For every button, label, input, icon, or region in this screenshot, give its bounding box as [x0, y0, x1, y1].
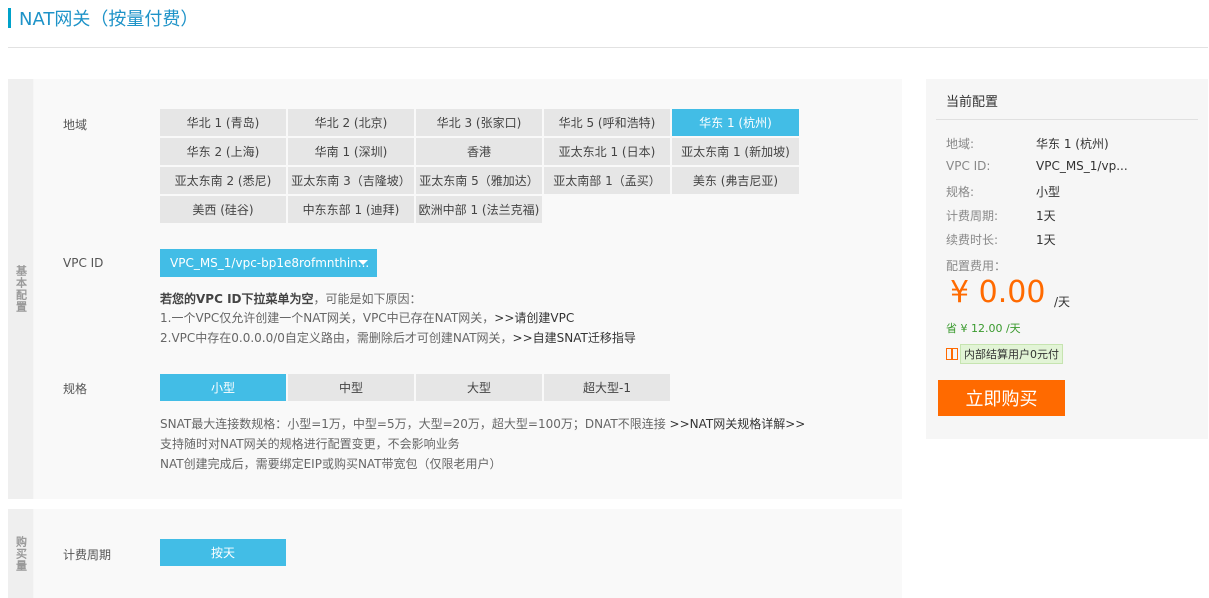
title-divider [8, 47, 1208, 48]
purchase-side-label: 购买量 [14, 535, 28, 572]
purchase-sidebar: 购买量 [8, 509, 33, 598]
summary-value-region: 华东 1 (杭州) [1036, 137, 1109, 151]
basic-config-sidebar: 基本配置 [8, 79, 33, 499]
spec-option-selected[interactable]: 小型 [160, 374, 286, 401]
current-config-title: 当前配置 [946, 95, 999, 110]
region-option[interactable]: 华北 1 (青岛) [160, 109, 286, 136]
billing-option-selected[interactable]: 按天 [160, 539, 286, 566]
summary-value-billing-cycle: 1天 [1036, 209, 1056, 223]
region-option[interactable]: 欧洲中部 1 (法兰克福) [416, 196, 542, 223]
fee-label: 配置费用： [946, 259, 1007, 273]
spec-note-1-text: SNAT最大连接数规格：小型=1万，中型=5万，大型=20万，超大型=100万；… [160, 417, 670, 431]
region-option[interactable]: 亚太东南 2 (悉尼) [160, 167, 286, 194]
spec-label: 规格 [63, 382, 88, 396]
region-option[interactable]: 华北 3 (张家口) [416, 109, 542, 136]
spec-note-line-2: 支持随时对NAT网关的规格进行配置变更，不会影响业务 [160, 437, 460, 451]
region-option[interactable]: 亚太东南 5（雅加达） [416, 167, 542, 194]
gift-icon [946, 347, 958, 360]
region-option[interactable]: 华北 2 (北京) [288, 109, 414, 136]
purchase-section: 购买量 [8, 509, 902, 598]
buy-now-button[interactable]: 立即购买 [938, 380, 1065, 416]
current-config-divider [936, 119, 1198, 120]
vpc-note-1-text: 1.一个VPC仅允许创建一个NAT网关，VPC中已存在NAT网关， [160, 311, 495, 325]
summary-key-spec: 规格: [946, 185, 975, 199]
summary-key-region: 地域: [946, 137, 975, 151]
region-option-selected[interactable]: 华东 1 (杭州) [672, 109, 799, 136]
chevron-down-icon [358, 260, 368, 265]
summary-value-spec: 小型 [1036, 185, 1061, 199]
vpc-note-2-text: 2.VPC中存在0.0.0.0/0自定义路由，需删除后才可创建NAT网关， [160, 331, 513, 345]
vpc-label: VPC ID [63, 256, 104, 270]
saving-text: 省 ¥ 12.00 /天 [946, 322, 1021, 335]
region-option[interactable]: 亚太南部 1（孟买） [544, 167, 670, 194]
region-option[interactable]: 中东东部 1 (迪拜) [288, 196, 414, 223]
summary-key-vpc: VPC ID: [946, 159, 991, 173]
region-option[interactable]: 亚太东南 3（吉隆坡） [288, 167, 414, 194]
region-option[interactable]: 香港 [416, 138, 542, 165]
create-vpc-link[interactable]: >>请创建VPC [494, 311, 574, 325]
billing-label: 计费周期 [63, 548, 112, 562]
vpc-dropdown-value: VPC_MS_1/vpc-bp1e8rofmnthin... [170, 256, 370, 270]
vpc-note-title-bold: 若您的VPC ID下拉菜单为空 [160, 292, 314, 306]
spec-option[interactable]: 中型 [288, 374, 414, 401]
page-title-text: NAT网关（按量付费） [19, 9, 199, 30]
vpc-note-title: 若您的VPC ID下拉菜单为空，可能是如下原因： [160, 290, 422, 307]
spec-option[interactable]: 超大型-1 [544, 374, 670, 401]
snat-migration-link[interactable]: >>自建SNAT迁移指导 [513, 331, 636, 345]
basic-config-side-label: 基本配置 [14, 265, 28, 313]
region-option[interactable]: 亚太东北 1 (日本) [544, 138, 670, 165]
spec-note-line-3: NAT创建完成后，需要绑定EIP或购买NAT带宽包（仅限老用户） [160, 457, 502, 471]
promo-badge: 内部结算用户0元付 [946, 343, 1063, 364]
spec-note-line-1: SNAT最大连接数规格：小型=1万，中型=5万，大型=20万，超大型=100万；… [160, 415, 805, 432]
region-option[interactable]: 华东 2 (上海) [160, 138, 286, 165]
vpc-note-title-suffix: ，可能是如下原因： [313, 292, 422, 306]
vpc-note-line-1: 1.一个VPC仅允许创建一个NAT网关，VPC中已存在NAT网关，>>请创建VP… [160, 309, 574, 326]
region-label: 地域 [63, 118, 88, 132]
page-title: NAT网关（按量付费） [8, 6, 198, 30]
region-option[interactable]: 华南 1 (深圳) [288, 138, 414, 165]
promo-tag-text: 内部结算用户0元付 [960, 343, 1063, 364]
spec-option[interactable]: 大型 [416, 374, 542, 401]
summary-value-renewal: 1天 [1036, 233, 1056, 247]
spec-detail-link[interactable]: >>NAT网关规格详解>> [670, 417, 806, 431]
region-option[interactable]: 美西 (硅谷) [160, 196, 286, 223]
summary-key-billing-cycle: 计费周期: [946, 209, 999, 223]
summary-key-renewal: 续费时长: [946, 233, 999, 247]
vpc-note-line-2: 2.VPC中存在0.0.0.0/0自定义路由，需删除后才可创建NAT网关，>>自… [160, 329, 636, 346]
vpc-dropdown[interactable]: VPC_MS_1/vpc-bp1e8rofmnthin... [160, 249, 377, 277]
region-option[interactable]: 华北 5 (呼和浩特) [544, 109, 670, 136]
title-accent-bar [8, 8, 11, 28]
price-value: ¥ 0.00 [950, 275, 1046, 310]
region-option[interactable]: 亚太东南 1 (新加坡) [672, 138, 799, 165]
price-unit: /天 [1054, 295, 1071, 309]
current-config-panel: 当前配置 地域: 华东 1 (杭州) VPC ID: VPC_MS_1/vp..… [926, 79, 1208, 439]
region-option[interactable]: 美东 (弗吉尼亚) [672, 167, 799, 194]
summary-value-vpc: VPC_MS_1/vp... [1036, 159, 1128, 173]
